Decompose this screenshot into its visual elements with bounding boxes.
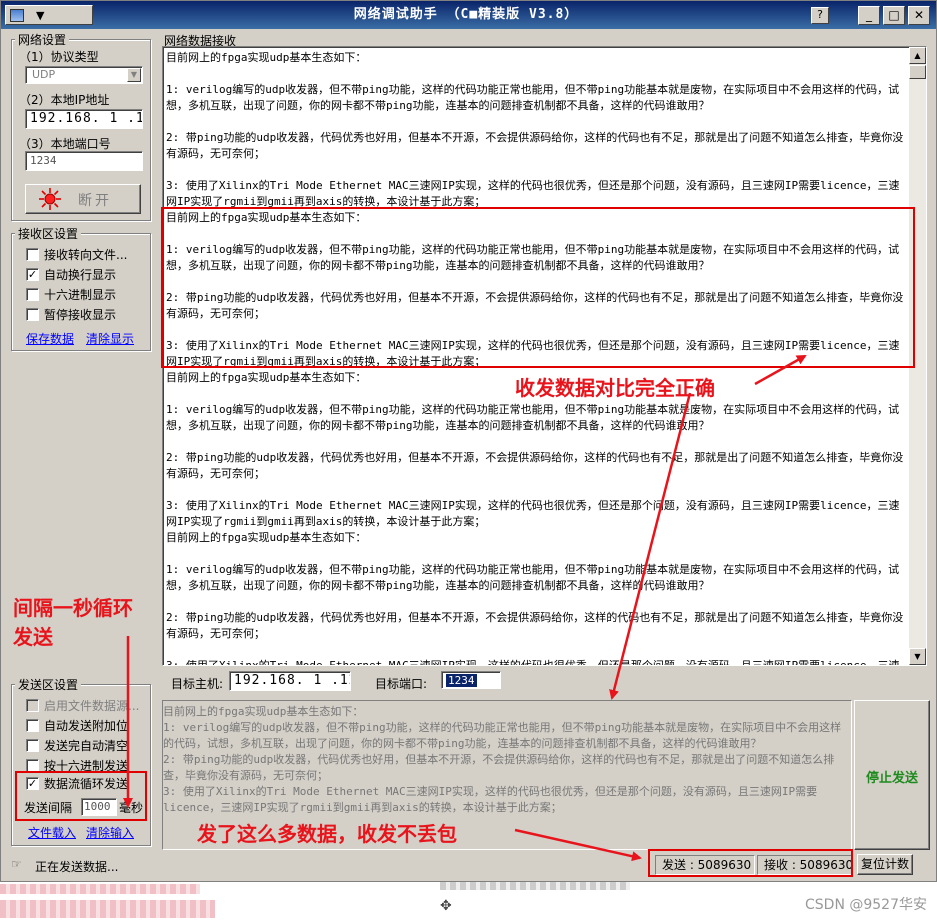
- checkbox-box[interactable]: [26, 759, 39, 772]
- scroll-down-icon[interactable]: ▼: [909, 648, 926, 665]
- auto-clear-checkbox[interactable]: 发送完自动清空: [26, 737, 128, 754]
- local-port-field[interactable]: 1234: [25, 151, 143, 171]
- app-window: ▼ 网络调试助手 （C■精装版 V3.8） ? _ □ ✕ 网络设置 （1）协议…: [0, 0, 937, 882]
- auto-append-checkbox[interactable]: 自动发送附加位: [26, 717, 128, 734]
- send-count: 发送 : 5089630: [655, 855, 755, 875]
- target-host-label: 目标主机:: [171, 677, 224, 691]
- send-settings-title: 发送区设置: [15, 676, 82, 693]
- annotation-no-loss: 发了这么多数据，收发不丢包: [197, 822, 457, 846]
- loop-send-checkbox[interactable]: ✓ 数据流循环发送: [26, 775, 128, 792]
- annotation-loop: 间隔一秒循环 发送: [13, 596, 133, 649]
- watermark: CSDN @9527华安: [805, 897, 927, 913]
- local-port-label: （3）本地端口号: [19, 137, 111, 151]
- checkbox-label: 暂停接收显示: [44, 308, 117, 322]
- status-text: 正在发送数据...: [35, 860, 119, 874]
- auto-wrap-checkbox[interactable]: ✓ 自动换行显示: [26, 266, 116, 283]
- scroll-thumb[interactable]: [909, 65, 926, 79]
- blurred-text-artifact: [440, 882, 630, 890]
- local-ip-label: （2）本地IP地址: [19, 93, 110, 107]
- hex-display-checkbox[interactable]: 十六进制显示: [26, 286, 116, 303]
- protocol-value: UDP: [32, 68, 56, 81]
- status-bar: ☞ 正在发送数据... 发送 : 5089630 接收 : 5089630 复位…: [3, 851, 935, 879]
- stop-send-label: 停止发送: [865, 771, 918, 786]
- window-title: 网络调试助手 （C■精装版 V3.8）: [353, 7, 579, 22]
- disconnect-button[interactable]: 断开: [25, 184, 141, 214]
- clear-input-link[interactable]: 清除输入: [86, 824, 134, 841]
- target-host-field[interactable]: 192.168. 1 .128: [229, 671, 351, 691]
- receive-text: 目前网上的fpga实现udp基本生态如下： 1: verilog编写的udp收发…: [166, 51, 904, 666]
- checkbox-box[interactable]: [26, 308, 39, 321]
- protocol-label: （1）协议类型: [19, 50, 99, 64]
- save-data-link[interactable]: 保存数据: [26, 330, 74, 347]
- move-icon: ✥: [440, 898, 452, 914]
- maximize-icon[interactable]: □: [883, 6, 905, 25]
- checkbox-label: 接收转向文件...: [44, 248, 128, 262]
- scroll-up-icon[interactable]: ▲: [909, 47, 926, 64]
- checkbox-label: 启用文件数据源...: [44, 699, 140, 713]
- checkbox-label: 十六进制显示: [44, 288, 117, 302]
- send-text: 目前网上的fpga实现udp基本生态如下： 1: verilog编写的udp收发…: [163, 705, 842, 814]
- checkbox-box[interactable]: ✓: [26, 777, 39, 790]
- send-interval-label: 发送间隔: [24, 801, 73, 815]
- help-button[interactable]: ?: [811, 7, 829, 24]
- send-interval-field[interactable]: 1000: [81, 798, 117, 816]
- local-ip-field[interactable]: 192.168. 1 .10: [25, 109, 143, 129]
- send-interval-unit: 毫秒: [119, 801, 144, 815]
- checkbox-box[interactable]: [26, 739, 39, 752]
- chevron-down-icon[interactable]: ▼: [127, 68, 141, 82]
- reset-count-button[interactable]: 复位计数: [857, 854, 913, 875]
- checkbox-box[interactable]: [26, 288, 39, 301]
- recv-count: 接收 : 5089630: [757, 855, 853, 875]
- annotation-correct: 收发数据对比完全正确: [515, 372, 715, 401]
- recv-to-file-checkbox[interactable]: 接收转向文件...: [26, 246, 127, 263]
- minimize-icon[interactable]: _: [858, 6, 880, 25]
- receive-settings-title: 接收区设置: [15, 225, 82, 242]
- checkbox-label: 发送完自动清空: [44, 739, 129, 753]
- checkbox-box[interactable]: [26, 719, 39, 732]
- file-load-link[interactable]: 文件载入: [28, 824, 76, 841]
- title-bar[interactable]: ▼ 网络调试助手 （C■精装版 V3.8） ? _ □ ✕: [1, 1, 936, 29]
- checkbox-box[interactable]: ✓: [26, 268, 39, 281]
- clear-display-link[interactable]: 清除显示: [86, 330, 134, 347]
- close-icon[interactable]: ✕: [908, 6, 930, 25]
- checkbox-box[interactable]: [26, 248, 39, 261]
- blurred-text-artifact: [0, 884, 200, 894]
- app-icon: [10, 8, 24, 22]
- stop-send-button[interactable]: 停止发送: [854, 700, 930, 850]
- connection-indicator-icon: [39, 188, 61, 210]
- checkbox-label: 按十六进制发送: [44, 759, 129, 773]
- checkbox-label: 自动换行显示: [44, 268, 117, 282]
- below-window-area: ✥ CSDN @9527华安: [0, 882, 937, 923]
- hex-send-checkbox[interactable]: 按十六进制发送: [26, 757, 128, 774]
- network-settings-title: 网络设置: [15, 31, 70, 48]
- system-menu[interactable]: ▼: [5, 5, 93, 25]
- checkbox-label: 数据流循环发送: [44, 777, 129, 791]
- file-source-checkbox[interactable]: 启用文件数据源...: [26, 697, 139, 714]
- receive-scrollbar[interactable]: ▲ ▼: [909, 47, 926, 665]
- target-port-value: 1234: [446, 674, 477, 687]
- pause-display-checkbox[interactable]: 暂停接收显示: [26, 306, 116, 323]
- disconnect-label: 断开: [78, 193, 112, 209]
- target-port-label: 目标端口:: [375, 677, 428, 691]
- sending-icon: ☞: [11, 857, 22, 871]
- receive-text-area[interactable]: 目前网上的fpga实现udp基本生态如下： 1: verilog编写的udp收发…: [162, 46, 927, 666]
- blurred-text-artifact: [0, 900, 215, 918]
- checkbox-box[interactable]: [26, 699, 39, 712]
- target-port-field[interactable]: 1234: [441, 671, 501, 689]
- protocol-select[interactable]: UDP ▼: [25, 66, 143, 84]
- system-menu-arrow-icon: ▼: [36, 8, 45, 22]
- checkbox-label: 自动发送附加位: [44, 719, 129, 733]
